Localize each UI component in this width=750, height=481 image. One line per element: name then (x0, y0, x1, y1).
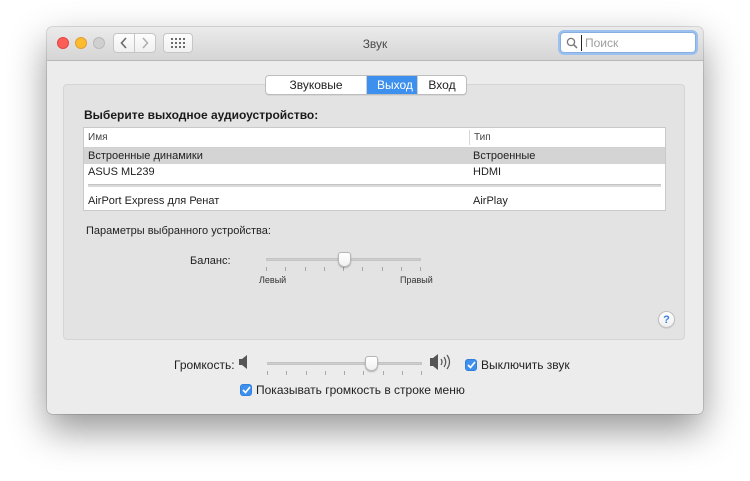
checkmark-icon (241, 386, 251, 394)
slider-tick (420, 267, 421, 271)
slider-tick (305, 267, 306, 271)
volume-ticks (267, 371, 422, 375)
table-row[interactable]: AirPort Express для Ренат AirPlay (84, 193, 665, 209)
search-icon (566, 36, 580, 50)
volume-slider-track[interactable] (267, 362, 422, 365)
mute-label[interactable]: Выключить звук (481, 358, 570, 372)
help-icon: ? (663, 313, 670, 326)
slider-tick (344, 371, 345, 375)
slider-tick (306, 371, 307, 375)
balance-slider-knob[interactable] (338, 252, 351, 267)
show-volume-in-menu-label[interactable]: Показывать громкость в строке меню (256, 383, 465, 397)
checkmark-icon (466, 361, 476, 369)
row-separator (88, 184, 661, 187)
balance-label: Баланс: (190, 255, 231, 267)
tab-sound-effects[interactable]: Звуковые эффекты (266, 76, 367, 94)
slider-tick (421, 371, 422, 375)
volume-label: Громкость: (174, 358, 235, 372)
slider-tick (363, 371, 364, 375)
device-table: Имя Тип Встроенные динамики Встроенные A… (83, 127, 666, 211)
slider-tick (266, 267, 267, 271)
slider-tick (286, 371, 287, 375)
slider-tick (343, 267, 344, 271)
balance-right-label: Правый (400, 275, 433, 285)
help-button[interactable]: ? (658, 311, 675, 328)
table-row[interactable]: Встроенные динамики Встроенные (84, 148, 665, 164)
device-type: HDMI (473, 166, 502, 178)
mute-checkbox[interactable] (465, 359, 477, 371)
balance-ticks (266, 267, 421, 271)
slider-tick (401, 267, 402, 271)
slider-tick (382, 267, 383, 271)
title-bar: Звук (47, 27, 703, 61)
table-row[interactable]: ASUS ML239 HDMI (84, 164, 665, 180)
show-volume-in-menu-checkbox[interactable] (240, 384, 252, 396)
slider-tick (285, 267, 286, 271)
tab-bar: Звуковые эффекты Выход Вход (265, 75, 467, 95)
search-field[interactable] (560, 32, 696, 53)
output-device-heading: Выберите выходное аудиоустройство: (84, 108, 319, 122)
search-input[interactable] (581, 34, 685, 51)
device-type: AirPlay (473, 195, 508, 207)
slider-tick (402, 371, 403, 375)
slider-tick (362, 267, 363, 271)
device-name: Встроенные динамики (88, 150, 203, 162)
speaker-low-icon (239, 355, 251, 372)
column-header-name[interactable]: Имя (88, 128, 107, 147)
column-header-type[interactable]: Тип (474, 128, 491, 147)
output-panel (63, 84, 685, 340)
volume-slider-knob[interactable] (365, 356, 378, 371)
slider-tick (267, 371, 268, 375)
tab-output[interactable]: Выход (367, 76, 418, 94)
column-divider (469, 130, 470, 145)
sound-preferences-window: Звук Звуковые эффекты Выход Вход Выберит… (47, 27, 703, 414)
balance-left-label: Левый (259, 275, 287, 285)
slider-tick (383, 371, 384, 375)
slider-tick (325, 371, 326, 375)
device-type: Встроенные (473, 150, 536, 162)
speaker-high-icon (430, 353, 458, 374)
device-name: AirPort Express для Ренат (88, 195, 220, 207)
slider-tick (324, 267, 325, 271)
device-name: ASUS ML239 (88, 166, 155, 178)
device-params-label: Параметры выбранного устройства: (86, 225, 271, 237)
tab-input[interactable]: Вход (418, 76, 466, 94)
